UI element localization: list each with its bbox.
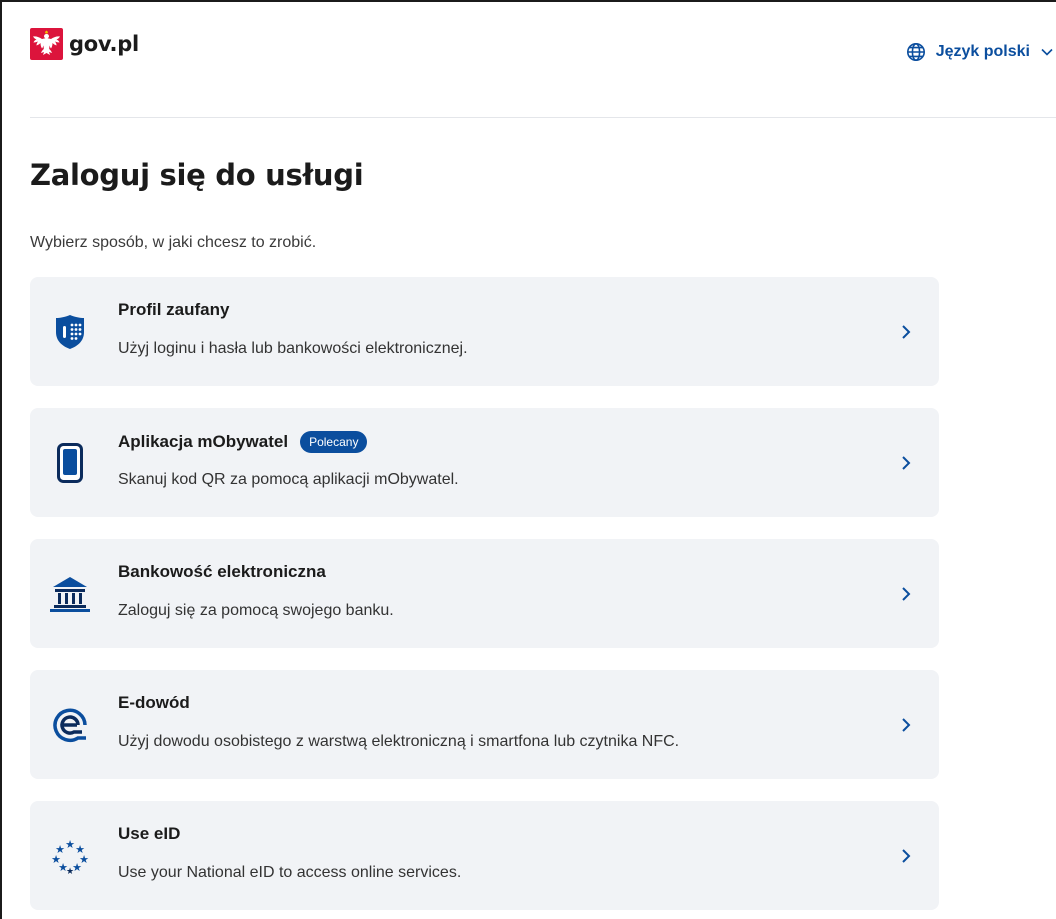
chevron-down-icon — [1041, 48, 1053, 56]
login-options-list: Profil zaufany Użyj loginu i hasła lub b… — [30, 277, 939, 919]
globe-icon — [906, 43, 925, 61]
option-title-text: Aplikacja mObywatel — [118, 432, 289, 451]
language-label: Język polski — [935, 43, 1030, 60]
option-bankowosc-elektroniczna[interactable]: Bankowość elektroniczna Zaloguj się za p… — [30, 539, 939, 648]
page-title: Zaloguj się do usługi — [30, 158, 364, 192]
bank-icon — [50, 574, 90, 614]
option-e-dowod[interactable]: E-dowód Użyj dowodu osobistego z warstwą… — [30, 670, 939, 779]
shield-icon — [50, 312, 90, 352]
chevron-right-icon — [902, 324, 911, 339]
option-profil-zaufany[interactable]: Profil zaufany Użyj loginu i hasła lub b… — [30, 277, 939, 386]
option-use-eid[interactable]: ★ ★ ★ ★ ★ ★ ★ ★ Use eID Use your Nationa… — [30, 801, 939, 910]
page-subtitle: Wybierz sposób, w jaki chcesz to zrobić. — [30, 234, 317, 251]
option-title: E-dowód — [118, 693, 190, 713]
chevron-right-icon — [902, 586, 911, 601]
option-title: Use eID — [118, 824, 180, 844]
option-description: Użyj loginu i hasła lub bankowości elekt… — [118, 340, 468, 357]
option-title-text: Profil zaufany — [118, 300, 230, 319]
page-header: gov.pl Język polski — [30, 2, 1056, 118]
option-description: Skanuj kod QR za pomocą aplikacji mObywa… — [118, 471, 459, 488]
gov-logo-link[interactable]: gov.pl — [30, 28, 139, 60]
logo-text: gov.pl — [69, 32, 139, 56]
eu-stars-icon: ★ ★ ★ ★ ★ ★ ★ ★ — [50, 836, 90, 876]
svg-text:★: ★ — [66, 867, 74, 874]
recommended-badge: Polecany — [300, 431, 368, 453]
option-mobywatel[interactable]: Aplikacja mObywatel Polecany Skanuj kod … — [30, 408, 939, 517]
option-title: Aplikacja mObywatel Polecany — [118, 431, 368, 453]
option-description: Zaloguj się za pomocą swojego banku. — [118, 602, 394, 619]
svg-text:★: ★ — [65, 838, 75, 851]
chevron-right-icon — [902, 848, 911, 863]
e-id-icon — [50, 705, 90, 745]
option-title: Bankowość elektroniczna — [118, 562, 326, 582]
option-description: Use your National eID to access online s… — [118, 864, 462, 881]
option-title-text: Bankowość elektroniczna — [118, 562, 326, 581]
polish-eagle-emblem-icon — [30, 28, 63, 60]
language-selector[interactable]: Język polski — [906, 42, 1056, 62]
option-description: Użyj dowodu osobistego z warstwą elektro… — [118, 733, 680, 750]
chevron-right-icon — [902, 455, 911, 470]
option-title: Profil zaufany — [118, 300, 229, 320]
smartphone-icon — [50, 442, 90, 483]
option-title-text: E-dowód — [118, 693, 190, 712]
chevron-right-icon — [902, 717, 911, 732]
option-title-text: Use eID — [118, 824, 181, 843]
